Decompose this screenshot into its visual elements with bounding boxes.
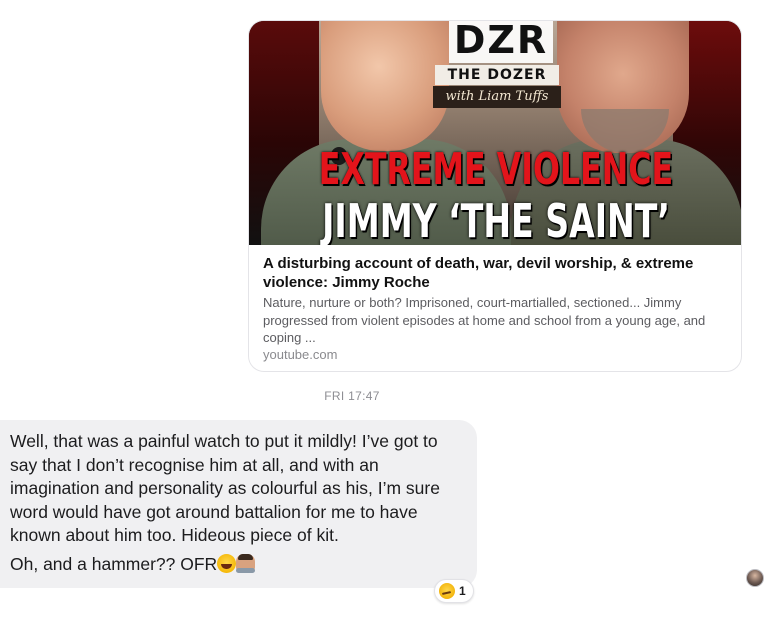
thumbnail-headline-line2: JIMMY ‘THE SAINT’ bbox=[322, 194, 670, 245]
laughing-tears-emoji-icon bbox=[217, 553, 237, 573]
show-title: THE DOZER bbox=[435, 65, 559, 85]
received-message-bubble[interactable]: Well, that was a painful watch to put it… bbox=[0, 420, 477, 588]
man-facepalm-emoji-icon bbox=[236, 553, 256, 573]
message-paragraph-2-text: Oh, and a hammer?? OFR bbox=[10, 553, 218, 574]
link-title[interactable]: A disturbing account of death, war, devi… bbox=[263, 254, 729, 292]
link-description: Nature, nurture or both? Imprisoned, cou… bbox=[263, 295, 706, 345]
message-timestamp: FRI 17:47 bbox=[324, 389, 380, 403]
link-domain: youtube.com bbox=[263, 347, 338, 362]
thumbnail-headline-line1: EXTREME VIOLENCE bbox=[318, 144, 674, 195]
reaction-chip[interactable]: 1 bbox=[434, 579, 474, 603]
grimace-face-emoji-icon bbox=[439, 583, 455, 599]
link-preview-card[interactable]: DZR THE DOZER with Liam Tuffs EXTREME VI… bbox=[248, 20, 742, 372]
video-thumbnail[interactable]: DZR THE DOZER with Liam Tuffs EXTREME VI… bbox=[249, 21, 741, 245]
show-logo: DZR bbox=[449, 21, 553, 63]
read-receipt-avatar bbox=[746, 569, 764, 587]
reaction-count: 1 bbox=[459, 584, 466, 598]
show-subtitle: with Liam Tuffs bbox=[433, 86, 561, 108]
message-paragraph-2: Oh, and a hammer?? OFR bbox=[10, 553, 467, 577]
message-paragraph-1: Well, that was a painful watch to put it… bbox=[10, 431, 440, 545]
